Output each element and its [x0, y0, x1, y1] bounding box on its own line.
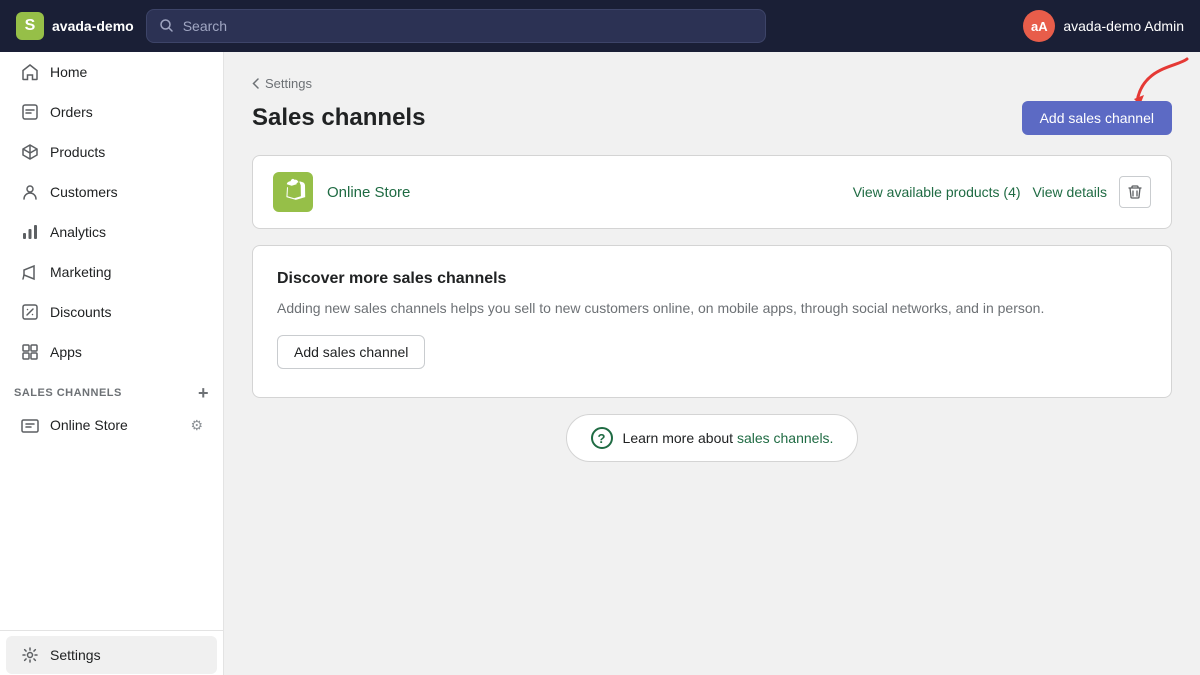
- sidebar-item-customers[interactable]: Customers: [6, 173, 217, 211]
- sidebar-item-apps-label: Apps: [50, 344, 82, 360]
- online-store-icon: [20, 415, 40, 435]
- sidebar-item-products[interactable]: Products: [6, 133, 217, 171]
- breadcrumb-settings-link[interactable]: Settings: [265, 76, 312, 91]
- learn-more-prefix: Learn more about: [623, 430, 737, 446]
- shopify-icon: S: [16, 12, 44, 40]
- section-label-text: SALES CHANNELS: [14, 387, 122, 399]
- sidebar-item-home[interactable]: Home: [6, 53, 217, 91]
- main-content: Settings Sales channels Add sales channe…: [224, 52, 1200, 675]
- sidebar-item-home-label: Home: [50, 64, 87, 80]
- delete-channel-button[interactable]: [1119, 176, 1151, 208]
- sidebar-item-products-label: Products: [50, 144, 105, 160]
- learn-more-section: ? Learn more about sales channels.: [252, 414, 1172, 462]
- customers-icon: [20, 182, 40, 202]
- sidebar-item-orders[interactable]: Orders: [6, 93, 217, 131]
- online-store-settings-icon: ⚙: [190, 417, 203, 434]
- online-store-label: Online Store: [50, 417, 128, 433]
- add-button-wrapper: Add sales channel: [1022, 101, 1172, 135]
- annotation-arrow: [1132, 57, 1192, 107]
- orders-icon: [20, 102, 40, 122]
- sidebar-item-analytics-label: Analytics: [50, 224, 106, 240]
- marketing-icon: [20, 262, 40, 282]
- online-store-card: Online Store View available products (4)…: [252, 155, 1172, 229]
- user-name: avada-demo Admin: [1063, 18, 1184, 34]
- sales-channels-section: SALES CHANNELS +: [0, 372, 223, 406]
- settings-icon: [20, 645, 40, 665]
- view-products-link[interactable]: View available products (4): [853, 184, 1021, 200]
- learn-more-pill: ? Learn more about sales channels.: [566, 414, 859, 462]
- sidebar-item-discounts-label: Discounts: [50, 304, 111, 320]
- sidebar-item-online-store[interactable]: Online Store ⚙: [6, 407, 217, 443]
- help-icon: ?: [591, 427, 613, 449]
- brand-logo[interactable]: S avada-demo: [16, 12, 134, 40]
- sidebar: Home Orders Products Customers Analytics: [0, 52, 224, 675]
- user-area: aA avada-demo Admin: [1023, 10, 1184, 42]
- brand-name: avada-demo: [52, 18, 134, 34]
- shopify-channel-icon: [273, 172, 313, 212]
- discover-title: Discover more sales channels: [277, 270, 1147, 288]
- learn-more-text: Learn more about sales channels.: [623, 430, 834, 446]
- back-chevron-icon: [252, 78, 259, 89]
- channel-row: Online Store View available products (4)…: [253, 156, 1171, 228]
- sidebar-item-settings[interactable]: Settings: [6, 636, 217, 674]
- search-bar[interactable]: Search: [146, 9, 766, 43]
- add-sales-channel-button[interactable]: Add sales channel: [1022, 101, 1172, 135]
- top-navigation: S avada-demo Search aA avada-demo Admin: [0, 0, 1200, 52]
- sidebar-item-marketing-label: Marketing: [50, 264, 111, 280]
- trash-icon: [1127, 184, 1143, 200]
- sidebar-item-settings-label: Settings: [50, 647, 101, 663]
- discover-description: Adding new sales channels helps you sell…: [277, 298, 1147, 319]
- avatar[interactable]: aA: [1023, 10, 1055, 42]
- sidebar-item-marketing[interactable]: Marketing: [6, 253, 217, 291]
- apps-icon: [20, 342, 40, 362]
- page-header: Sales channels Add sales channel: [252, 101, 1172, 135]
- add-sales-channel-icon[interactable]: +: [198, 384, 209, 402]
- view-details-link[interactable]: View details: [1033, 184, 1107, 200]
- products-icon: [20, 142, 40, 162]
- sales-channels-link[interactable]: sales channels.: [737, 430, 834, 446]
- analytics-icon: [20, 222, 40, 242]
- sidebar-item-orders-label: Orders: [50, 104, 93, 120]
- discounts-icon: [20, 302, 40, 322]
- discover-add-button[interactable]: Add sales channel: [277, 335, 425, 369]
- online-store-left: Online Store: [20, 415, 128, 435]
- search-icon: [159, 18, 175, 34]
- channel-name[interactable]: Online Store: [327, 184, 839, 201]
- sidebar-item-customers-label: Customers: [50, 184, 118, 200]
- sidebar-item-apps[interactable]: Apps: [6, 333, 217, 371]
- home-icon: [20, 62, 40, 82]
- sidebar-item-discounts[interactable]: Discounts: [6, 293, 217, 331]
- page-title: Sales channels: [252, 104, 425, 132]
- sidebar-item-analytics[interactable]: Analytics: [6, 213, 217, 251]
- breadcrumb: Settings: [252, 76, 1172, 91]
- search-placeholder: Search: [183, 18, 227, 34]
- discover-card: Discover more sales channels Adding new …: [252, 245, 1172, 398]
- channel-actions: View available products (4) View details: [853, 176, 1151, 208]
- sidebar-bottom: Settings: [0, 630, 223, 675]
